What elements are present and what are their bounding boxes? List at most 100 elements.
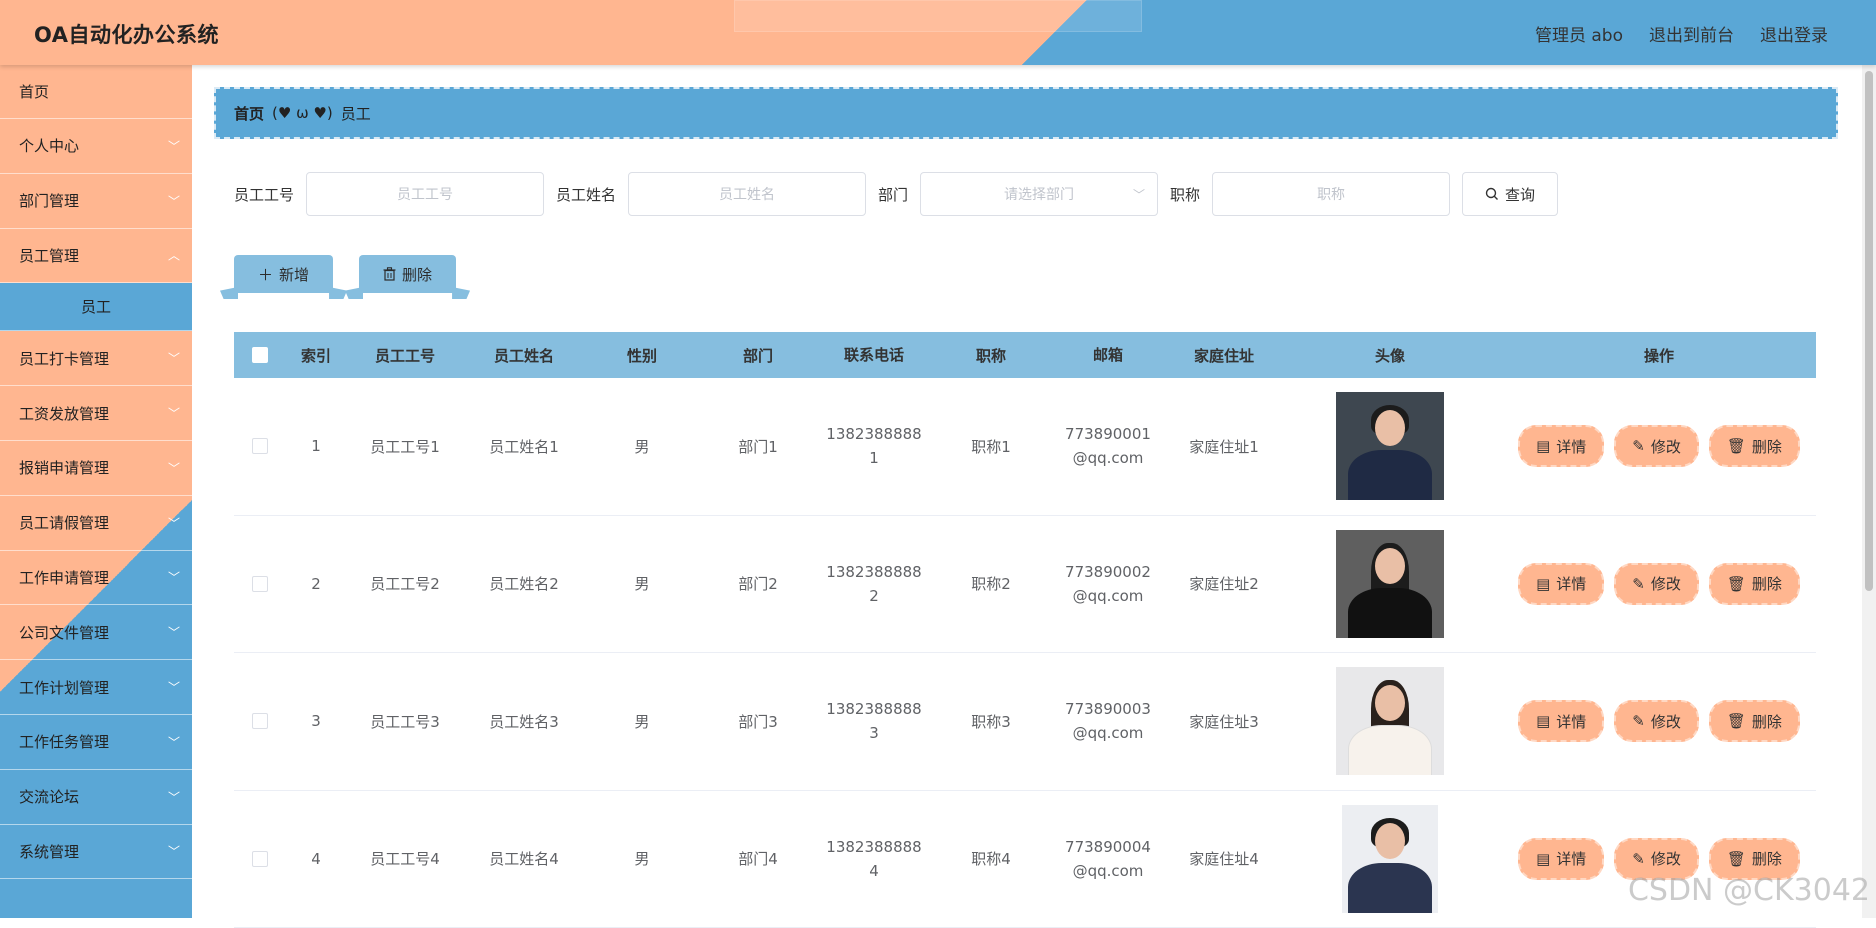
column-header-avatar: 头像 <box>1282 345 1498 366</box>
delete-button-label: 删除 <box>1752 436 1782 457</box>
chevron-down-icon: ﹀ <box>168 843 180 860</box>
cell-employee-no: 员工工号3 <box>346 711 464 732</box>
avatar-suit <box>1348 450 1432 500</box>
delete-button[interactable]: 🗑删除 <box>1709 425 1800 467</box>
cell-employee-no: 员工工号1 <box>346 436 464 457</box>
detail-button[interactable]: ▤详情 <box>1518 700 1604 742</box>
query-button[interactable]: 查询 <box>1462 172 1558 216</box>
trash-icon: 🗑 <box>1727 575 1746 593</box>
exit-to-front-link[interactable]: 退出到前台 <box>1649 21 1734 46</box>
pencil-icon: ✎ <box>1632 850 1645 868</box>
edit-button[interactable]: ✎修改 <box>1614 700 1699 742</box>
edit-button-label: 修改 <box>1651 848 1681 869</box>
breadcrumb-separator: (♥ ω ♥) <box>272 104 333 122</box>
batch-delete-button[interactable]: 删除 <box>359 255 456 293</box>
sidebar-item-forum[interactable]: 交流论坛 ﹀ <box>0 770 192 825</box>
cell-email: 773890002 @qq.com <box>1050 560 1166 608</box>
sidebar-item-company-files[interactable]: 公司文件管理 ﹀ <box>0 605 192 660</box>
cell-job-title: 职称3 <box>932 711 1050 732</box>
trash-icon <box>383 267 396 281</box>
employee-name-input[interactable]: 员工姓名 <box>628 172 866 216</box>
cell-email-line1: 773890002 <box>1050 560 1166 584</box>
sidebar-item-attendance[interactable]: 员工打卡管理 ﹀ <box>0 331 192 386</box>
sidebar-item-label: 工作申请管理 <box>19 567 109 588</box>
cell-phone-line2: 3 <box>816 721 932 745</box>
delete-button[interactable]: 🗑 删除 <box>1709 563 1800 605</box>
query-button-label: 查询 <box>1505 184 1535 205</box>
chevron-down-icon: ﹀ <box>168 569 180 586</box>
cell-email-line2: @qq.com <box>1050 446 1166 470</box>
column-header-gender: 性别 <box>584 345 700 366</box>
cell-phone: 1382388888 4 <box>816 835 932 883</box>
cell-phone-line1: 1382388888 <box>816 697 932 721</box>
row-checkbox[interactable] <box>252 851 268 867</box>
avatar <box>1336 667 1444 775</box>
column-header-employee-no: 员工工号 <box>346 345 464 366</box>
sidebar-item-label: 首页 <box>19 81 49 102</box>
sidebar-item-leave[interactable]: 员工请假管理 ﹀ <box>0 496 192 551</box>
header-ghost-tab <box>734 0 1142 32</box>
sidebar-item-personal-center[interactable]: 个人中心 ﹀ <box>0 119 192 174</box>
detail-button[interactable]: ▤详情 <box>1518 563 1604 605</box>
detail-button[interactable]: ▤详情 <box>1518 838 1604 880</box>
cell-email-line2: @qq.com <box>1050 721 1166 745</box>
row-checkbox[interactable] <box>252 713 268 729</box>
sidebar-item-system[interactable]: 系统管理 ﹀ <box>0 825 192 880</box>
breadcrumb-home[interactable]: 首页 <box>234 103 264 124</box>
cell-email-line1: 773890004 <box>1050 835 1166 859</box>
cell-phone-line2: 1 <box>816 446 932 470</box>
department-select[interactable]: 请选择部门 ﹀ <box>920 172 1158 216</box>
edit-button[interactable]: ✎修改 <box>1614 563 1699 605</box>
chevron-down-icon: ﹀ <box>168 459 180 476</box>
sidebar-item-work-task[interactable]: 工作任务管理 ﹀ <box>0 715 192 770</box>
job-title-input[interactable]: 职称 <box>1212 172 1450 216</box>
sidebar-item-department[interactable]: 部门管理 ﹀ <box>0 174 192 229</box>
table-row: 1 员工工号1 员工姓名1 男 部门1 1382388888 1 职称1 773… <box>234 378 1816 516</box>
cell-operations: ▤详情 ✎修改 🗑删除 <box>1498 700 1820 742</box>
sidebar-item-work-plan[interactable]: 工作计划管理 ﹀ <box>0 660 192 715</box>
table-row: 4 员工工号4 员工姓名4 男 部门4 1382388888 4 职称4 773… <box>234 791 1816 928</box>
avatar <box>1342 805 1438 913</box>
cell-department: 部门4 <box>700 848 816 869</box>
admin-user-label[interactable]: 管理员 abo <box>1535 21 1623 46</box>
avatar-blouse <box>1348 725 1432 775</box>
cell-address: 家庭住址3 <box>1166 711 1282 732</box>
sidebar-item-work-application[interactable]: 工作申请管理 ﹀ <box>0 551 192 606</box>
cell-email: 773890003 @qq.com <box>1050 697 1166 745</box>
scrollbar-thumb[interactable] <box>1865 71 1873 591</box>
avatar-face <box>1375 548 1405 584</box>
cell-email: 773890004 @qq.com <box>1050 835 1166 883</box>
delete-button[interactable]: 🗑删除 <box>1709 700 1800 742</box>
delete-button-label: 删除 <box>1752 573 1782 594</box>
pencil-icon: ✎ <box>1632 575 1645 593</box>
sidebar-item-home[interactable]: 首页 <box>0 65 192 119</box>
row-checkbox-cell <box>234 851 286 867</box>
edit-button[interactable]: ✎修改 <box>1614 425 1699 467</box>
avatar <box>1336 392 1444 500</box>
header-user-links: 管理员 abo 退出到前台 退出登录 <box>1535 21 1828 46</box>
logout-link[interactable]: 退出登录 <box>1760 21 1828 46</box>
detail-button[interactable]: ▤详情 <box>1518 425 1604 467</box>
cell-phone-line2: 4 <box>816 859 932 883</box>
avatar-dress <box>1348 588 1432 638</box>
sidebar-item-reimbursement[interactable]: 报销申请管理 ﹀ <box>0 441 192 496</box>
cell-operations: ▤详情 ✎修改 🗑删除 <box>1498 425 1820 467</box>
employee-no-input[interactable]: 员工工号 <box>306 172 544 216</box>
row-checkbox[interactable] <box>252 438 268 454</box>
select-all-cell <box>234 347 286 363</box>
sidebar-item-label: 交流论坛 <box>19 786 79 807</box>
chevron-down-icon: ﹀ <box>168 788 180 805</box>
sidebar-item-employee-management[interactable]: 员工管理 ︿ <box>0 229 192 284</box>
add-button[interactable]: ＋ 新增 <box>234 255 333 293</box>
sidebar-item-salary[interactable]: 工资发放管理 ﹀ <box>0 386 192 441</box>
sidebar-subitem-employee[interactable]: 员工 <box>0 283 192 331</box>
avatar-face <box>1375 685 1405 721</box>
row-checkbox[interactable] <box>252 576 268 592</box>
chevron-down-icon: ﹀ <box>168 514 180 531</box>
vertical-scrollbar[interactable] <box>1862 65 1876 918</box>
employee-table: 索引 员工工号 员工姓名 性别 部门 联系电话 职称 邮箱 家庭住址 头像 操作… <box>234 332 1816 928</box>
select-all-checkbox[interactable] <box>252 347 268 363</box>
cell-phone-line2: 2 <box>816 584 932 608</box>
top-header: OA自动化办公系统 管理员 abo 退出到前台 退出登录 <box>0 0 1876 65</box>
chevron-down-icon: ﹀ <box>168 405 180 422</box>
